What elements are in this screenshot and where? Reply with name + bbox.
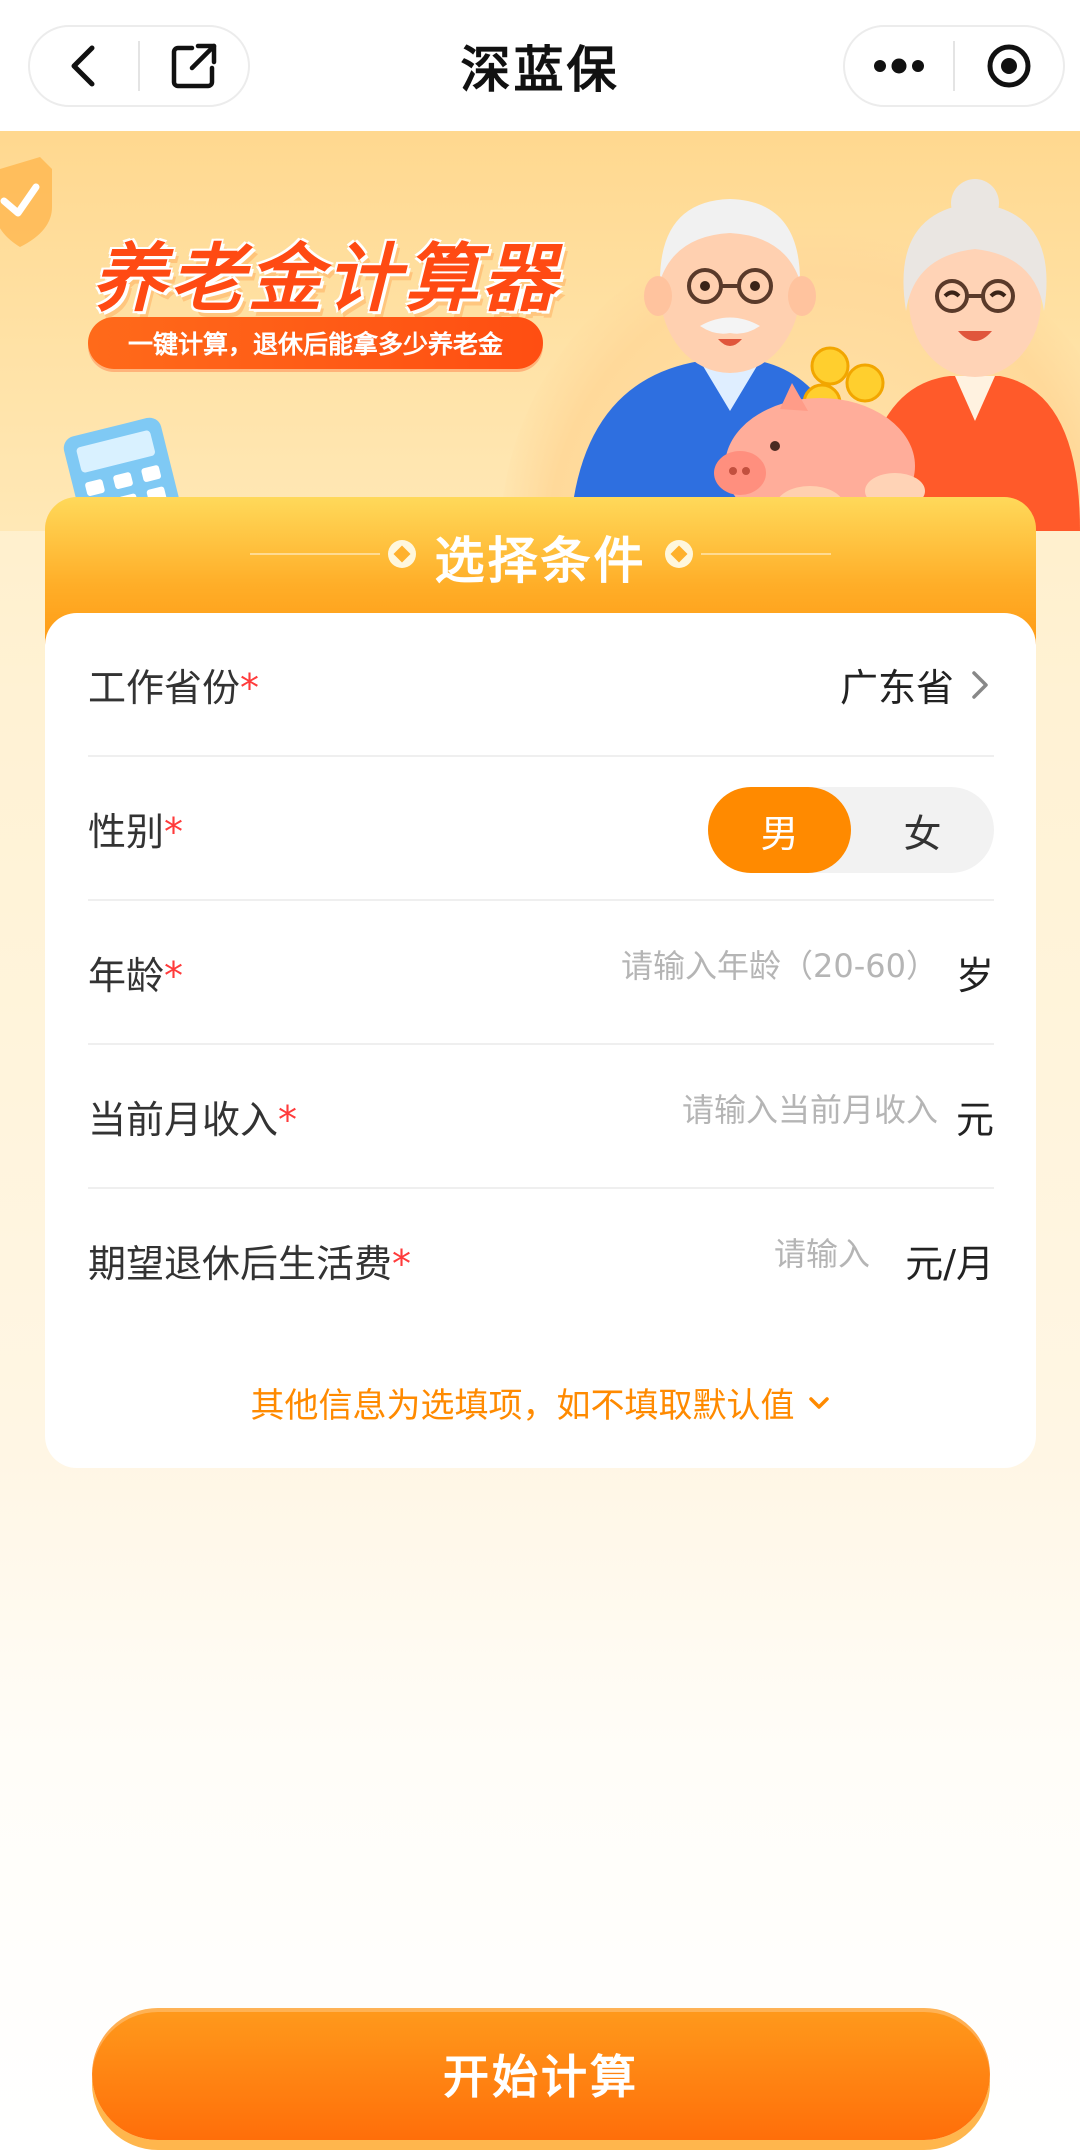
conditions-title: 选择条件: [434, 532, 647, 590]
income-input[interactable]: [558, 1091, 938, 1129]
living-cost-input[interactable]: [650, 1235, 870, 1273]
income-unit: 元: [955, 1098, 994, 1142]
living-cost-label: 期望退休后生活费*: [88, 1242, 412, 1286]
age-unit: 岁: [955, 954, 994, 998]
chevron-down-icon: [808, 1396, 829, 1409]
province-select[interactable]: 广东省: [840, 657, 994, 712]
more-dots-icon: [874, 58, 924, 74]
banner-title: 养老金计算器: [92, 236, 560, 322]
income-label: 当前月收入*: [88, 1098, 298, 1142]
living-cost-unit: 元/月: [905, 1242, 994, 1286]
gender-female-option[interactable]: 女: [851, 787, 994, 873]
optional-note-text: 其他信息为选填项，如不填取默认值: [250, 1386, 795, 1426]
age-input[interactable]: [518, 947, 938, 985]
top-navbar: 深蓝保: [0, 0, 1080, 131]
close-miniprogram-button[interactable]: [955, 27, 1063, 105]
header-deco-dot: [665, 540, 693, 568]
required-mark: *: [240, 666, 260, 710]
optional-fields-toggle[interactable]: 其他信息为选填项，如不填取默认值: [45, 1378, 1036, 1427]
province-value: 广东省: [839, 666, 954, 710]
gender-label: 性别*: [88, 810, 184, 854]
province-label: 工作省份*: [88, 666, 260, 710]
more-button[interactable]: [845, 27, 953, 105]
banner-subtitle: 一键计算，退休后能拿多少养老金: [88, 317, 543, 369]
required-mark: *: [164, 954, 184, 998]
gender-row: 性别* 男 女: [88, 757, 994, 901]
required-mark: *: [392, 1242, 412, 1286]
age-label: 年龄*: [88, 954, 184, 998]
chevron-right-icon: [972, 670, 988, 699]
elderly-couple-illustration: [570, 179, 1080, 531]
gender-male-option[interactable]: 男: [708, 787, 851, 873]
age-row: 年龄* 岁: [88, 901, 994, 1045]
province-row[interactable]: 工作省份* 广东省: [88, 613, 994, 757]
target-circle-icon: [987, 44, 1031, 88]
hero-banner: 养老金计算器 一键计算，退休后能拿多少养老金: [0, 131, 1080, 531]
required-mark: *: [164, 810, 184, 854]
header-deco-line: [701, 553, 831, 555]
gender-toggle[interactable]: 男 女: [708, 787, 994, 873]
shield-check-icon: [0, 157, 52, 247]
start-calculate-button[interactable]: 开始计算: [92, 2008, 990, 2140]
required-mark: *: [278, 1098, 298, 1142]
form-card: 工作省份* 广东省 性别* 男 女 年龄* 岁 当前月收入* 元: [45, 613, 1036, 1468]
nav-capsule-right: [843, 25, 1065, 107]
living-cost-row: 期望退休后生活费* 元/月: [88, 1189, 994, 1333]
income-row: 当前月收入* 元: [88, 1045, 994, 1189]
